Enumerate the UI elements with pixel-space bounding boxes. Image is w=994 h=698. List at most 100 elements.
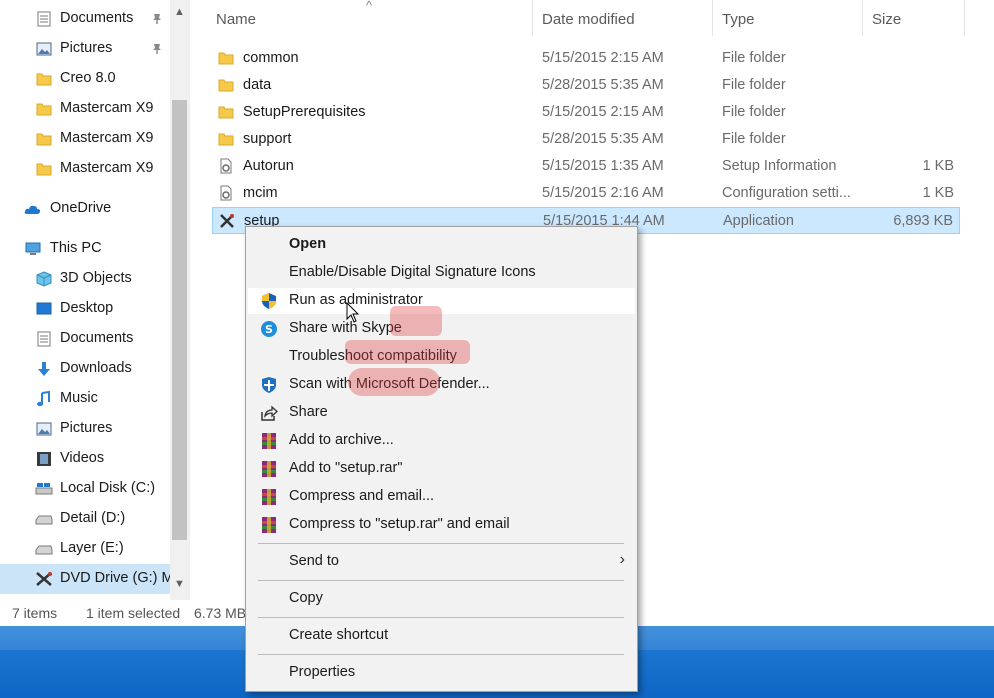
file-row-mcim[interactable]: mcim 5/15/2015 2:16 AM Configuration set… <box>212 180 960 207</box>
nav-item-dvd-drive[interactable]: DVD Drive (G:) M <box>0 564 170 594</box>
drive-icon <box>35 545 53 555</box>
file-date: 5/15/2015 1:35 AM <box>542 158 664 174</box>
annotation-highlight <box>345 340 470 364</box>
status-item-count: 7 items <box>12 605 58 621</box>
file-row-setupprerequisites[interactable]: SetupPrerequisites 5/15/2015 2:15 AM Fil… <box>212 99 960 126</box>
nav-label: Mastercam X9 <box>60 160 154 176</box>
menu-item-create-shortcut[interactable]: Create shortcut <box>248 623 635 649</box>
nav-item-videos[interactable]: Videos <box>0 444 170 474</box>
file-type: File folder <box>722 104 786 120</box>
menu-item-compress-email[interactable]: Compress and email... <box>248 484 635 510</box>
nav-item-mastercam-2[interactable]: Mastercam X9 <box>0 124 170 154</box>
pictures-icon <box>36 422 52 436</box>
nav-item-mastercam-3[interactable]: Mastercam X9 <box>0 154 170 184</box>
documents-icon <box>37 11 51 27</box>
pin-icon[interactable] <box>151 43 163 55</box>
column-header-name[interactable]: Name <box>216 11 256 28</box>
menu-item-add-rar[interactable]: Add to "setup.rar" <box>248 456 635 482</box>
menu-item-scan-defender[interactable]: Scan with Microsoft Defender... <box>248 372 635 398</box>
nav-item-this-pc[interactable]: This PC <box>0 234 170 264</box>
nav-item-music[interactable]: Music <box>0 384 170 414</box>
nav-label: Local Disk (C:) <box>60 480 156 496</box>
menu-label: Send to <box>289 553 339 569</box>
nav-label: DVD Drive (G:) M <box>60 570 170 586</box>
nav-item-downloads[interactable]: Downloads <box>0 354 170 384</box>
column-divider[interactable] <box>964 0 965 36</box>
nav-item-3d-objects[interactable]: 3D Objects <box>0 264 170 294</box>
nav-item-creo[interactable]: Creo 8.0 <box>0 64 170 94</box>
winrar-icon <box>262 517 276 533</box>
nav-item-documents-quick[interactable]: Documents <box>0 4 170 34</box>
file-date: 5/28/2015 5:35 AM <box>542 131 664 147</box>
file-row-support[interactable]: support 5/28/2015 5:35 AM File folder <box>212 126 960 153</box>
menu-separator <box>258 543 624 544</box>
file-type: Setup Information <box>722 158 837 174</box>
nav-scrollbar[interactable]: ▲ ▼ <box>170 0 190 600</box>
scroll-down-icon[interactable]: ▼ <box>174 578 185 590</box>
menu-item-add-archive[interactable]: Add to archive... <box>248 428 635 454</box>
file-row-common[interactable]: common 5/15/2015 2:15 AM File folder <box>212 45 960 72</box>
videos-icon <box>37 452 51 466</box>
nav-item-documents[interactable]: Documents <box>0 324 170 354</box>
menu-label: Share <box>289 404 328 420</box>
file-name: mcim <box>243 185 278 201</box>
onedrive-icon <box>24 205 41 214</box>
scrollbar-thumb[interactable] <box>172 100 187 540</box>
share-icon <box>261 405 278 421</box>
file-name: SetupPrerequisites <box>243 104 366 120</box>
menu-item-compress-rar-email[interactable]: Compress to "setup.rar" and email <box>248 512 635 538</box>
menu-item-share[interactable]: Share <box>248 400 635 426</box>
file-size: 1 KB <box>922 185 954 201</box>
nav-item-mastercam-1[interactable]: Mastercam X9 <box>0 94 170 124</box>
nav-label: Documents <box>60 330 134 346</box>
nav-item-pictures[interactable]: Pictures <box>0 414 170 444</box>
menu-label: Compress and email... <box>289 488 435 504</box>
nav-label: Mastercam X9 <box>60 100 154 116</box>
menu-item-send-to[interactable]: Send to › <box>248 549 635 575</box>
column-divider[interactable] <box>712 0 713 36</box>
nav-label: Documents <box>60 10 134 26</box>
menu-item-open[interactable]: Open <box>248 232 635 258</box>
file-type: File folder <box>722 77 786 93</box>
column-divider[interactable] <box>532 0 533 36</box>
nav-label: Music <box>60 390 98 406</box>
scroll-up-icon[interactable]: ▲ <box>174 6 185 18</box>
nav-item-onedrive[interactable]: OneDrive <box>0 194 170 224</box>
navigation-pane: Documents Pictures Creo 8.0 Mastercam X9… <box>0 0 170 600</box>
menu-label: Add to "setup.rar" <box>289 460 403 476</box>
nav-label: Detail (D:) <box>60 510 126 526</box>
menu-label: Properties <box>289 664 356 680</box>
file-row-data[interactable]: data 5/28/2015 5:35 AM File folder <box>212 72 960 99</box>
menu-separator <box>258 580 624 581</box>
menu-separator <box>258 617 624 618</box>
menu-item-signature-icons[interactable]: Enable/Disable Digital Signature Icons <box>248 260 635 286</box>
file-row-autorun[interactable]: Autorun 5/15/2015 1:35 AM Setup Informat… <box>212 153 960 180</box>
winrar-icon <box>262 489 276 505</box>
nav-label: Pictures <box>60 420 113 436</box>
file-type: File folder <box>722 131 786 147</box>
folder-icon <box>218 79 234 92</box>
annotation-highlight <box>348 368 440 396</box>
nav-item-desktop[interactable]: Desktop <box>0 294 170 324</box>
nav-item-pictures-quick[interactable]: Pictures <box>0 34 170 64</box>
menu-item-copy[interactable]: Copy <box>248 586 635 612</box>
file-name: support <box>243 131 292 147</box>
nav-item-layer-e[interactable]: Layer (E:) <box>0 534 170 564</box>
menu-item-properties[interactable]: Properties <box>248 660 635 686</box>
menu-label: Open <box>289 236 327 252</box>
desktop-icon <box>36 302 52 315</box>
column-header-size[interactable]: Size <box>872 11 901 28</box>
svg-text:S: S <box>265 323 273 336</box>
nav-label: This PC <box>50 240 102 256</box>
column-header-type[interactable]: Type <box>722 11 755 28</box>
pin-icon[interactable] <box>151 13 163 25</box>
nav-item-local-disk[interactable]: Local Disk (C:) <box>0 474 170 504</box>
nav-item-detail-d[interactable]: Detail (D:) <box>0 504 170 534</box>
column-divider[interactable] <box>862 0 863 36</box>
nav-label: Pictures <box>60 40 113 56</box>
downloads-icon <box>38 362 50 376</box>
column-header-date[interactable]: Date modified <box>542 11 635 28</box>
status-selected-count: 1 item selected <box>86 605 181 621</box>
menu-label: Create shortcut <box>289 627 389 643</box>
winrar-icon <box>262 433 276 449</box>
